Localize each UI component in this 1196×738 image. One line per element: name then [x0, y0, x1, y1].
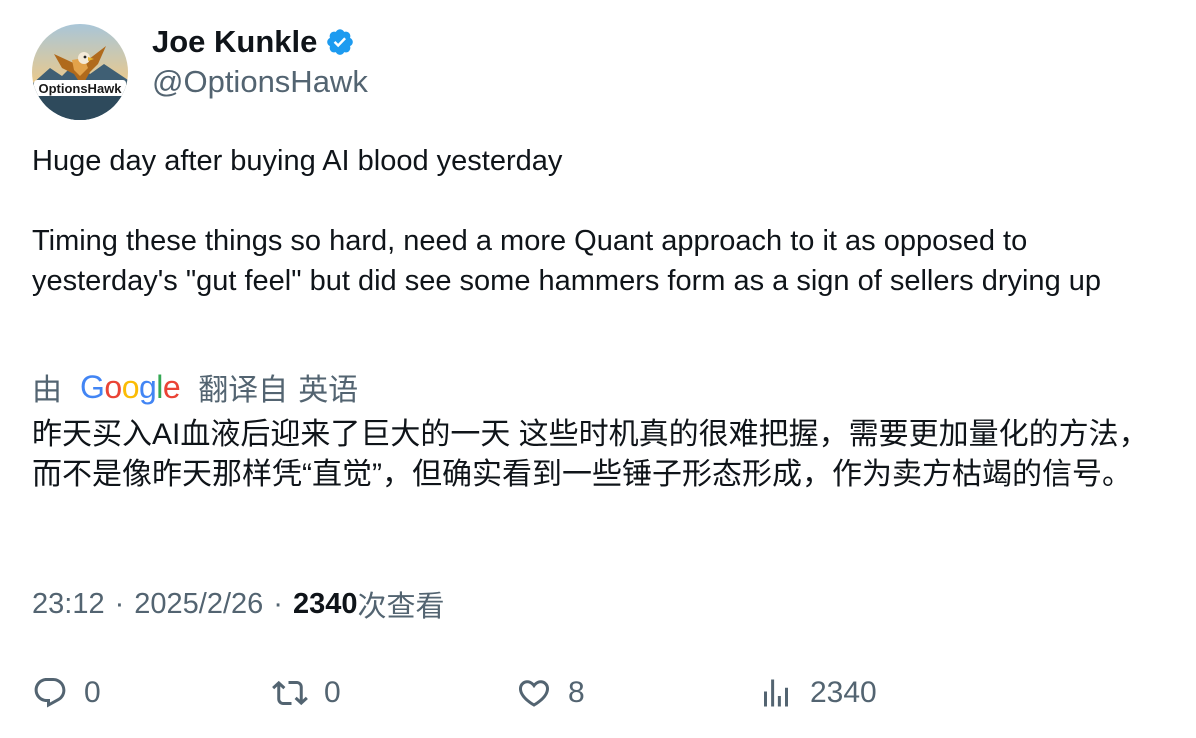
heart-icon: [518, 680, 550, 707]
retweet-button[interactable]: 0: [272, 671, 341, 715]
google-logo[interactable]: Google: [80, 369, 181, 406]
translation-attribution: 由 Google 翻译自 英语: [32, 367, 359, 408]
svg-text:OptionsHawk: OptionsHawk: [38, 81, 122, 96]
retweet-count: 0: [324, 676, 341, 709]
like-count: 8: [568, 676, 585, 709]
reply-icon: [34, 678, 66, 708]
author-display-name[interactable]: Joe Kunkle: [152, 22, 317, 62]
like-button[interactable]: 8: [516, 671, 585, 715]
translated-text: 昨天买入AI血液后迎来了巨大的一天 这些时机真的很难把握，需要更加量化的方法，而…: [32, 418, 1149, 491]
tweet-meta: 23:12 · 2025/2/26 · 2340 次查看: [32, 584, 444, 624]
views-button[interactable]: 2340: [758, 671, 877, 715]
reply-button[interactable]: 0: [32, 671, 101, 715]
view-count: 2340: [292, 587, 358, 620]
views-count: 2340: [810, 676, 877, 709]
meta-separator: ·: [273, 587, 283, 620]
action-bar: 0 0 8 2340: [32, 671, 1172, 715]
verified-badge-icon: [325, 27, 355, 57]
tweet-card: OptionsHawk Joe Kunkle @OptionsHawk Huge…: [0, 0, 1196, 738]
analytics-icon: [764, 679, 788, 707]
avatar[interactable]: OptionsHawk: [32, 24, 128, 120]
tweet-text: Huge day after buying AI blood yesterday…: [32, 145, 1102, 297]
meta-separator: ·: [114, 587, 125, 620]
tweet-time[interactable]: 23:12: [32, 588, 105, 621]
translated-from-label: 翻译自: [198, 374, 289, 407]
reply-count: 0: [84, 676, 101, 709]
translated-by-label: 由: [32, 374, 62, 407]
retweet-icon: [272, 680, 308, 706]
hawk-logo-icon: OptionsHawk: [32, 24, 128, 120]
author-name-row: Joe Kunkle: [152, 22, 355, 62]
tweet-date[interactable]: 2025/2/26: [134, 588, 263, 621]
views-label: 次查看: [357, 591, 445, 623]
author-handle[interactable]: @OptionsHawk: [152, 62, 368, 102]
source-language: 英语: [298, 374, 359, 407]
